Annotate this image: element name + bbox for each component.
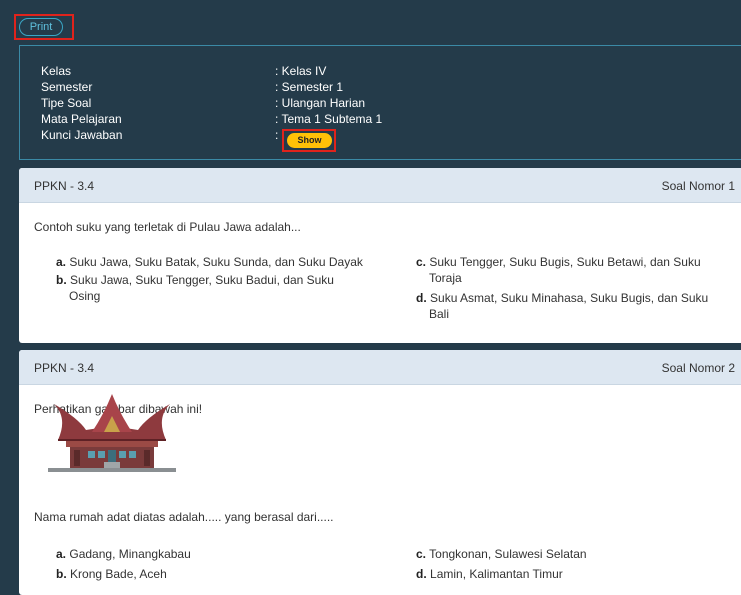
option-c[interactable]: c. Tongkonan, Sulawesi Selatan — [416, 546, 736, 562]
option-b[interactable]: b. Suku Jawa, Suku Tengger, Suku Badui, … — [56, 272, 386, 304]
option-text: Suku Jawa, Suku Batak, Suku Sunda, dan S… — [69, 255, 363, 269]
option-a[interactable]: a. Suku Jawa, Suku Batak, Suku Sunda, da… — [56, 254, 386, 270]
print-toolbar: Print — [0, 0, 741, 45]
question-card-2: PPKN - 3.4 Soal Nomor 2 Perhatikan gamba… — [19, 350, 741, 595]
option-letter: a. — [56, 547, 67, 561]
option-letter: b. — [56, 273, 67, 287]
option-letter: c. — [416, 547, 427, 561]
rumah-gadang-illustration — [48, 394, 176, 472]
question-header-2: PPKN - 3.4 Soal Nomor 2 — [19, 350, 741, 385]
option-b[interactable]: b. Krong Bade, Aceh — [56, 566, 386, 582]
print-button[interactable]: Print — [19, 18, 63, 36]
info-value-mata-pelajaran: : Tema 1 Subtema 1 — [275, 112, 383, 126]
info-label-kunci-jawaban: Kunci Jawaban — [41, 128, 123, 142]
option-text: Tongkonan, Sulawesi Selatan — [429, 547, 587, 561]
question-text: Contoh suku yang terletak di Pulau Jawa … — [34, 220, 301, 234]
option-d[interactable]: d. Suku Asmat, Suku Minahasa, Suku Bugis… — [416, 290, 736, 322]
show-answer-button[interactable]: Show — [287, 133, 332, 148]
question-number: Soal Nomor 2 — [661, 361, 735, 375]
option-c[interactable]: c. Suku Tengger, Suku Bugis, Suku Betawi… — [416, 254, 736, 286]
option-a[interactable]: a. Gadang, Minangkabau — [56, 546, 386, 562]
option-text: Krong Bade, Aceh — [70, 567, 167, 581]
info-value-kelas: : Kelas IV — [275, 64, 327, 78]
info-label-semester: Semester — [41, 80, 93, 94]
question-card-1: PPKN - 3.4 Soal Nomor 1 Contoh suku yang… — [19, 168, 741, 343]
option-text-cont: Toraja — [429, 271, 462, 285]
info-label-mata-pelajaran: Mata Pelajaran — [41, 112, 122, 126]
question-header-1: PPKN - 3.4 Soal Nomor 1 — [19, 168, 741, 203]
option-letter: a. — [56, 255, 67, 269]
question-code: PPKN - 3.4 — [34, 179, 95, 193]
info-label-tipe-soal: Tipe Soal — [41, 96, 92, 110]
question-code: PPKN - 3.4 — [34, 361, 95, 375]
question-text-2: Nama rumah adat diatas adalah..... yang … — [34, 510, 334, 524]
option-text-cont: Bali — [429, 307, 450, 321]
option-text-cont: Osing — [69, 289, 101, 303]
exam-info-panel: Kelas : Kelas IV Semester : Semester 1 T… — [19, 45, 741, 160]
info-value-tipe-soal: : Ulangan Harian — [275, 96, 366, 110]
option-text: Suku Asmat, Suku Minahasa, Suku Bugis, d… — [430, 291, 709, 305]
option-text: Lamin, Kalimantan Timur — [430, 567, 563, 581]
info-label-kelas: Kelas — [41, 64, 72, 78]
option-text: Suku Tengger, Suku Bugis, Suku Betawi, d… — [429, 255, 701, 269]
question-number: Soal Nomor 1 — [661, 179, 735, 193]
option-letter: d. — [416, 291, 427, 305]
info-value-kunci-jawaban: : — [275, 128, 279, 142]
option-d[interactable]: d. Lamin, Kalimantan Timur — [416, 566, 736, 582]
option-text: Gadang, Minangkabau — [69, 547, 191, 561]
option-letter: c. — [416, 255, 427, 269]
option-letter: b. — [56, 567, 67, 581]
info-value-semester: : Semester 1 — [275, 80, 344, 94]
option-letter: d. — [416, 567, 427, 581]
option-text: Suku Jawa, Suku Tengger, Suku Badui, dan… — [70, 273, 334, 287]
